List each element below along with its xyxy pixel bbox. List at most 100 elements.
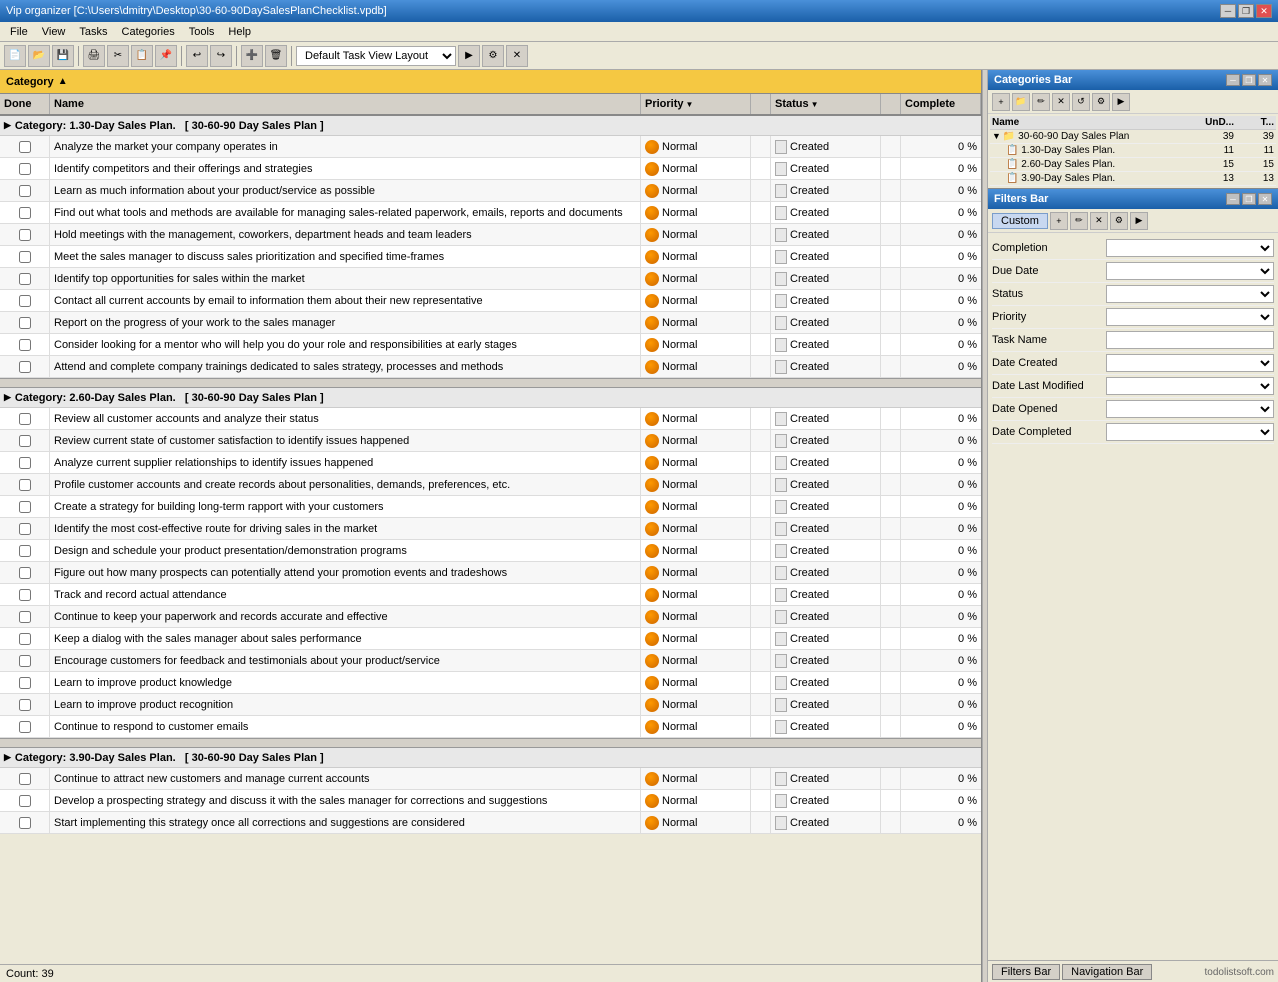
category-expand-icon[interactable]: ▶ [4,752,11,763]
task-complete-cell: 0 % [901,312,981,333]
filter-settings-icon[interactable]: ⚙ [1110,212,1128,230]
cat-tree-item[interactable]: 📋 2.60-Day Sales Plan. 15 15 [990,158,1276,172]
task-done-checkbox[interactable] [19,567,31,579]
cat-expand-icon[interactable]: ▶ [1112,93,1130,111]
filter-select[interactable] [1106,377,1274,395]
menu-tools[interactable]: Tools [183,25,221,39]
task-done-checkbox[interactable] [19,545,31,557]
task-done-checkbox[interactable] [19,413,31,425]
filter-delete-icon[interactable]: ✕ [1090,212,1108,230]
filter-edit-icon[interactable]: ✏ [1070,212,1088,230]
task-done-cell [0,650,50,671]
category-expand-icon[interactable]: ▶ [4,392,11,403]
filter-select[interactable] [1106,400,1274,418]
menu-categories[interactable]: Categories [116,25,181,39]
task-done-checkbox[interactable] [19,295,31,307]
task-done-checkbox[interactable] [19,457,31,469]
th-priority[interactable]: Priority ▼ [641,94,751,114]
filter-add-icon[interactable]: + [1050,212,1068,230]
task-done-checkbox[interactable] [19,185,31,197]
minimize-button[interactable]: ─ [1220,4,1236,18]
cat-tree-item[interactable]: 📋 1.30-Day Sales Plan. 11 11 [990,144,1276,158]
toolbar-paste-icon[interactable]: 📌 [155,45,177,67]
th-status[interactable]: Status ▼ [771,94,881,114]
toolbar-new-icon[interactable]: 📄 [4,45,26,67]
toolbar-redo-icon[interactable]: ↪ [210,45,232,67]
task-done-checkbox[interactable] [19,523,31,535]
menu-file[interactable]: File [4,25,34,39]
task-list-scroll[interactable]: ▶ Category: 1.30-Day Sales Plan. [ 30-60… [0,116,981,964]
task-done-checkbox[interactable] [19,633,31,645]
task-done-checkbox[interactable] [19,677,31,689]
filter-select[interactable] [1106,354,1274,372]
task-done-checkbox[interactable] [19,589,31,601]
menu-view[interactable]: View [36,25,72,39]
task-done-checkbox[interactable] [19,435,31,447]
cat-tree-item[interactable]: 📋 3.90-Day Sales Plan. 13 13 [990,172,1276,186]
menu-tasks[interactable]: Tasks [73,25,113,39]
close-button[interactable]: ✕ [1256,4,1272,18]
task-done-checkbox[interactable] [19,721,31,733]
task-done-checkbox[interactable] [19,163,31,175]
cat-bar-restore-btn[interactable]: ❐ [1242,74,1256,86]
cat-add-icon[interactable]: + [992,93,1010,111]
task-done-checkbox[interactable] [19,273,31,285]
toolbar-close-layout-icon[interactable]: ✕ [506,45,528,67]
filter-expand-icon[interactable]: ▶ [1130,212,1148,230]
filter-select[interactable] [1106,239,1274,257]
task-done-checkbox[interactable] [19,655,31,667]
restore-button[interactable]: ❐ [1238,4,1254,18]
task-done-checkbox[interactable] [19,611,31,623]
cat-bar-close-btn[interactable]: ✕ [1258,74,1272,86]
cat-edit-icon[interactable]: ✏ [1032,93,1050,111]
toolbar-add-task-icon[interactable]: ➕ [241,45,263,67]
layout-select[interactable]: Default Task View Layout [296,46,456,66]
task-done-checkbox[interactable] [19,699,31,711]
toolbar-save-icon[interactable]: 💾 [52,45,74,67]
task-done-checkbox[interactable] [19,773,31,785]
toolbar-print-icon[interactable]: 🖨 [83,45,105,67]
cat-delete-icon[interactable]: ✕ [1052,93,1070,111]
task-done-checkbox[interactable] [19,501,31,513]
task-done-checkbox[interactable] [19,251,31,263]
task-done-checkbox[interactable] [19,479,31,491]
task-done-checkbox[interactable] [19,817,31,829]
filter-bar-close-btn[interactable]: ✕ [1258,193,1272,205]
cat-bar-minimize-btn[interactable]: ─ [1226,74,1240,86]
category-sort-icon[interactable]: ▲ [58,76,68,87]
filter-select[interactable] [1106,423,1274,441]
tab-filters-bar[interactable]: Filters Bar [992,964,1060,980]
toolbar-settings-icon[interactable]: ⚙ [482,45,504,67]
task-status-cell: Created [771,246,881,267]
cat-settings-icon[interactable]: ⚙ [1092,93,1110,111]
cat-tree-item[interactable]: ▼📁 30-60-90 Day Sales Plan 39 39 [990,130,1276,144]
toolbar-undo-icon[interactable]: ↩ [186,45,208,67]
task-done-checkbox[interactable] [19,317,31,329]
task-priority-arrow [751,312,771,333]
cat-folder-icon[interactable]: 📁 [1012,93,1030,111]
category-expand-icon[interactable]: ▶ [4,120,11,131]
task-name-cell: Learn as much information about your pro… [50,180,641,201]
toolbar-cut-icon[interactable]: ✂ [107,45,129,67]
filter-select[interactable] [1106,285,1274,303]
toolbar-open-icon[interactable]: 📂 [28,45,50,67]
toolbar-layout-icon[interactable]: ▶ [458,45,480,67]
task-done-checkbox[interactable] [19,795,31,807]
filter-select[interactable] [1106,262,1274,280]
task-done-checkbox[interactable] [19,229,31,241]
tab-navigation-bar[interactable]: Navigation Bar [1062,964,1152,980]
toolbar-delete-icon[interactable]: 🗑 [265,45,287,67]
task-done-checkbox[interactable] [19,207,31,219]
toolbar-copy-icon[interactable]: 📋 [131,45,153,67]
task-done-checkbox[interactable] [19,339,31,351]
task-done-checkbox[interactable] [19,141,31,153]
menu-help[interactable]: Help [222,25,257,39]
filter-bar-minimize-btn[interactable]: ─ [1226,193,1240,205]
filter-bar-restore-btn[interactable]: ❐ [1242,193,1256,205]
filter-select[interactable] [1106,308,1274,326]
cat-refresh-icon[interactable]: ↺ [1072,93,1090,111]
task-done-cell [0,180,50,201]
task-done-checkbox[interactable] [19,361,31,373]
filter-input[interactable] [1106,331,1274,349]
filter-tab-custom[interactable]: Custom [992,213,1048,229]
